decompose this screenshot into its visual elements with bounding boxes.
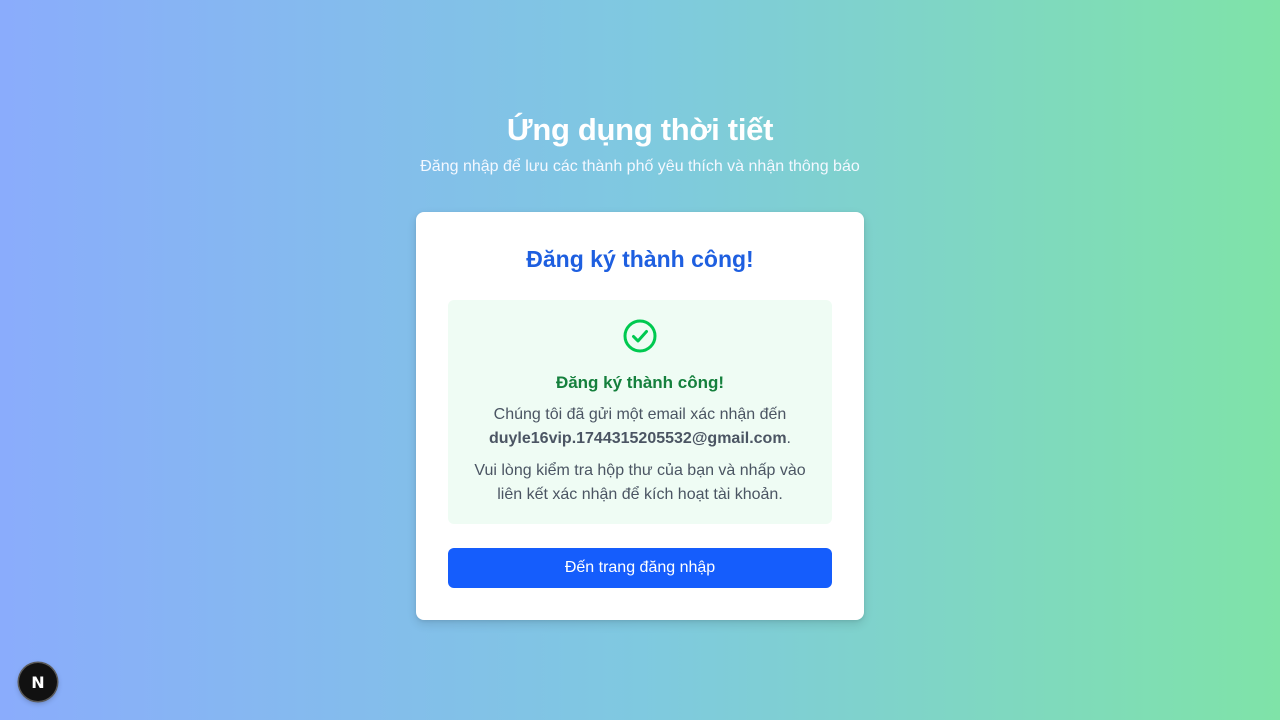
check-circle-icon: [622, 318, 658, 354]
success-title: Đăng ký thành công!: [555, 373, 725, 392]
registration-card: Đăng ký thành công! Đăng ký thành công! …: [416, 212, 864, 620]
success-message-box: Đăng ký thành công! Chúng tôi đã gửi một…: [448, 300, 832, 524]
next-logo-icon: N: [31, 672, 45, 692]
confirmation-message: Chúng tôi đã gửi một email xác nhận đến …: [462, 403, 818, 451]
go-to-login-button[interactable]: Đến trang đăng nhập: [448, 548, 832, 588]
confirmation-message-suffix: .: [786, 430, 791, 447]
dev-tools-badge[interactable]: N: [19, 663, 57, 701]
app-title: Ứng dụng thời tiết: [506, 112, 774, 147]
page-header: Ứng dụng thời tiết Đăng nhập để lưu các …: [0, 108, 1280, 178]
confirmation-message-prefix: Chúng tôi đã gửi một email xác nhận đến: [493, 406, 787, 423]
instruction-message: Vui lòng kiểm tra hộp thư của bạn và nhấ…: [474, 462, 806, 503]
card-title: Đăng ký thành công!: [526, 246, 754, 272]
app-subtitle: Đăng nhập để lưu các thành phố yêu thích…: [420, 158, 860, 175]
confirmation-email: duyle16vip.1744315205532@gmail.com: [488, 430, 787, 447]
